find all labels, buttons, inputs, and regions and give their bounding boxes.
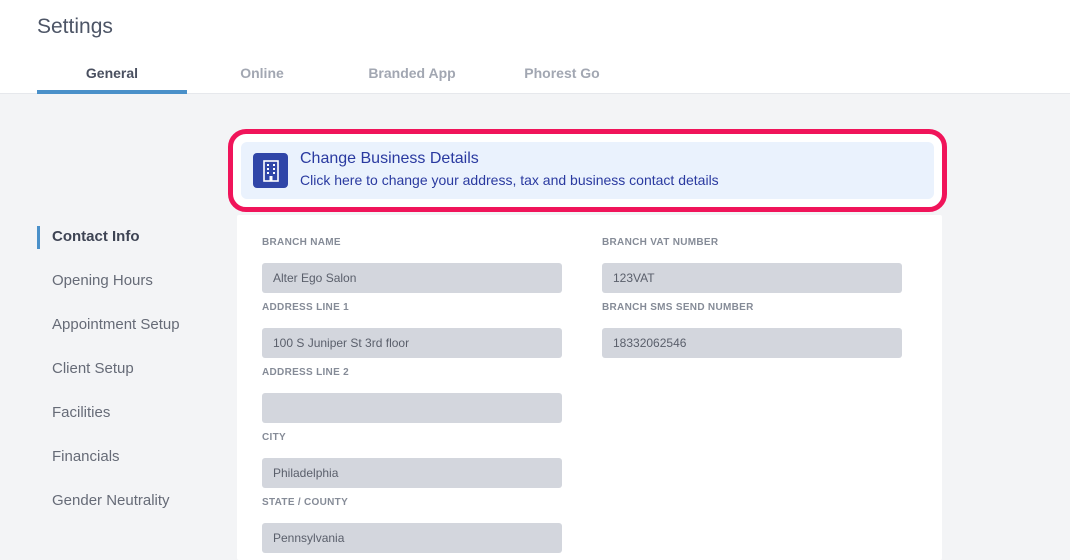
branch-vat-number-field-group: BRANCH VAT NUMBER xyxy=(602,236,902,293)
sidebar-item-facilities[interactable]: Facilities xyxy=(37,391,227,435)
branch-vat-number-label: BRANCH VAT NUMBER xyxy=(602,237,719,248)
city-input[interactable] xyxy=(262,458,562,488)
banner-subtitle: Click here to change your address, tax a… xyxy=(300,172,719,188)
branch-sms-send-number-label: BRANCH SMS SEND NUMBER xyxy=(602,302,754,313)
change-business-details-banner[interactable]: Change Business Details Click here to ch… xyxy=(241,142,934,199)
tab-online[interactable]: Online xyxy=(187,62,337,94)
settings-tabs: General Online Branded App Phorest Go xyxy=(37,62,637,94)
sidebar-item-contact-info[interactable]: Contact Info xyxy=(37,215,227,259)
city-field-group: CITY xyxy=(262,431,562,488)
sidebar-item-client-setup[interactable]: Client Setup xyxy=(37,347,227,391)
branch-sms-send-number-field-group: BRANCH SMS SEND NUMBER xyxy=(602,301,902,358)
branch-vat-number-input[interactable] xyxy=(602,263,902,293)
tab-branded-app[interactable]: Branded App xyxy=(337,62,487,94)
tab-phorest-go[interactable]: Phorest Go xyxy=(487,62,637,94)
address-line-1-input[interactable] xyxy=(262,328,562,358)
state-county-input[interactable] xyxy=(262,523,562,553)
address-line-2-input[interactable] xyxy=(262,393,562,423)
tab-general[interactable]: General xyxy=(37,62,187,94)
address-line-1-field-group: ADDRESS LINE 1 xyxy=(262,301,562,358)
sidebar-item-opening-hours[interactable]: Opening Hours xyxy=(37,259,227,303)
building-icon xyxy=(253,153,288,188)
state-county-label: STATE / COUNTY xyxy=(262,497,349,508)
banner-title: Change Business Details xyxy=(300,150,479,167)
address-line-2-field-group: ADDRESS LINE 2 xyxy=(262,366,562,423)
settings-sidebar: Contact Info Opening Hours Appointment S… xyxy=(37,215,227,523)
settings-header: Settings General Online Branded App Phor… xyxy=(0,0,1070,94)
sidebar-item-appointment-setup[interactable]: Appointment Setup xyxy=(37,303,227,347)
branch-name-label: BRANCH NAME xyxy=(262,237,341,248)
branch-name-field-group: BRANCH NAME xyxy=(262,236,562,293)
page-title: Settings xyxy=(37,15,113,38)
address-line-1-label: ADDRESS LINE 1 xyxy=(262,302,349,313)
contact-info-card: BRANCH NAME ADDRESS LINE 1 ADDRESS LINE … xyxy=(237,215,942,560)
branch-name-input[interactable] xyxy=(262,263,562,293)
sidebar-item-financials[interactable]: Financials xyxy=(37,435,227,479)
sidebar-item-gender-neutrality[interactable]: Gender Neutrality xyxy=(37,479,227,523)
state-county-field-group: STATE / COUNTY xyxy=(262,496,562,553)
branch-sms-send-number-input[interactable] xyxy=(602,328,902,358)
city-label: CITY xyxy=(262,432,286,443)
address-line-2-label: ADDRESS LINE 2 xyxy=(262,367,349,378)
